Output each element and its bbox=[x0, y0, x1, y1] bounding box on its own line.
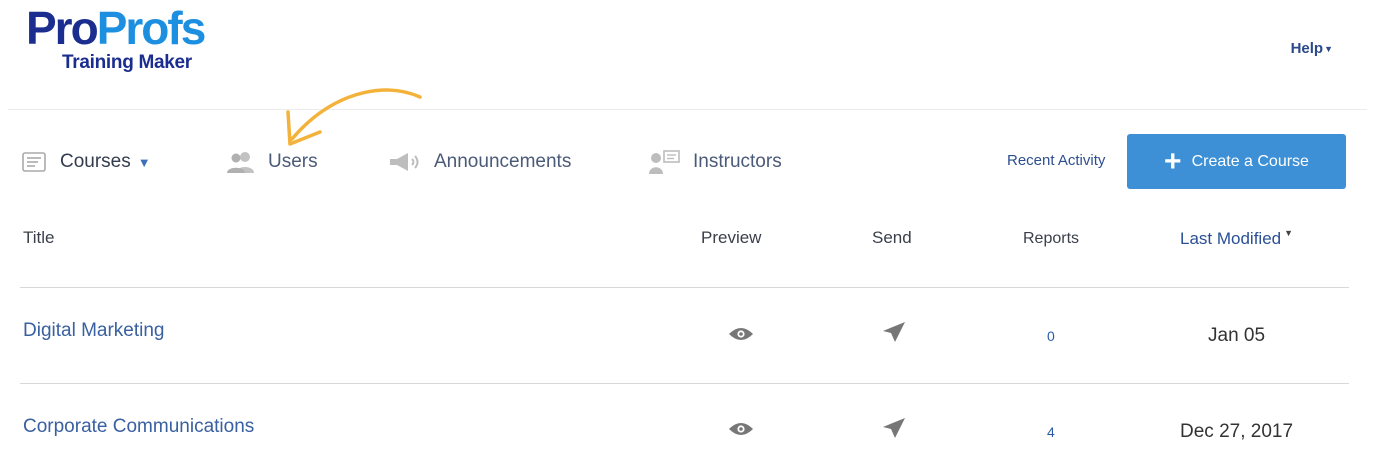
instructor-icon bbox=[649, 150, 680, 174]
column-header-title: Title bbox=[23, 228, 55, 247]
last-modified-label: Last Modified bbox=[1180, 229, 1282, 248]
nav-instructors-label: Instructors bbox=[693, 151, 782, 172]
annotation-arrow-icon bbox=[286, 88, 422, 146]
logo-text-pro: Pro bbox=[26, 2, 99, 54]
users-icon bbox=[227, 152, 254, 173]
help-menu[interactable]: Help▼ bbox=[1291, 40, 1333, 57]
nav-users-label: Users bbox=[268, 151, 318, 172]
column-header-last-modified[interactable]: Last Modified ▼ bbox=[1180, 228, 1293, 249]
logo: ProProfs bbox=[26, 2, 207, 54]
column-header-preview: Preview bbox=[701, 228, 762, 247]
table-divider bbox=[20, 287, 1349, 288]
course-title-link[interactable]: Digital Marketing bbox=[23, 320, 165, 342]
preview-eye-icon[interactable] bbox=[728, 326, 754, 342]
courses-icon bbox=[22, 152, 46, 172]
nav-announcements-label: Announcements bbox=[434, 151, 572, 172]
nav-instructors[interactable]: Instructors bbox=[649, 149, 782, 175]
header-divider bbox=[8, 109, 1367, 110]
chevron-down-icon: ▼ bbox=[137, 154, 151, 170]
plus-icon: + bbox=[1164, 144, 1182, 178]
sort-desc-icon: ▼ bbox=[1284, 228, 1294, 238]
column-header-send: Send bbox=[872, 228, 912, 247]
nav-courses-label: Courses bbox=[60, 151, 131, 172]
create-course-label: Create a Course bbox=[1191, 152, 1309, 170]
report-count-link[interactable]: 4 bbox=[1047, 424, 1055, 440]
table-divider bbox=[20, 383, 1349, 384]
last-modified-date: Jan 05 bbox=[1208, 325, 1266, 346]
send-paper-plane-icon[interactable] bbox=[882, 321, 906, 343]
help-label: Help bbox=[1290, 40, 1324, 57]
chevron-down-icon: ▼ bbox=[1324, 44, 1333, 54]
column-header-reports: Reports bbox=[1023, 230, 1080, 247]
logo-subtitle: Training Maker bbox=[62, 52, 192, 73]
nav-announcements[interactable]: Announcements bbox=[388, 149, 571, 175]
nav-users[interactable]: Users bbox=[226, 149, 318, 175]
nav-courses[interactable]: Courses ▼ bbox=[22, 149, 151, 175]
course-title-link[interactable]: Corporate Communications bbox=[23, 416, 254, 438]
last-modified-date: Dec 27, 2017 bbox=[1180, 421, 1294, 442]
recent-activity-link[interactable]: Recent Activity bbox=[1007, 152, 1105, 169]
create-course-button[interactable]: + Create a Course bbox=[1127, 134, 1346, 189]
megaphone-icon bbox=[390, 153, 419, 171]
report-count-link[interactable]: 0 bbox=[1047, 328, 1055, 344]
logo-text-profs: Profs bbox=[96, 2, 207, 54]
send-paper-plane-icon[interactable] bbox=[882, 417, 906, 439]
preview-eye-icon[interactable] bbox=[728, 421, 754, 437]
